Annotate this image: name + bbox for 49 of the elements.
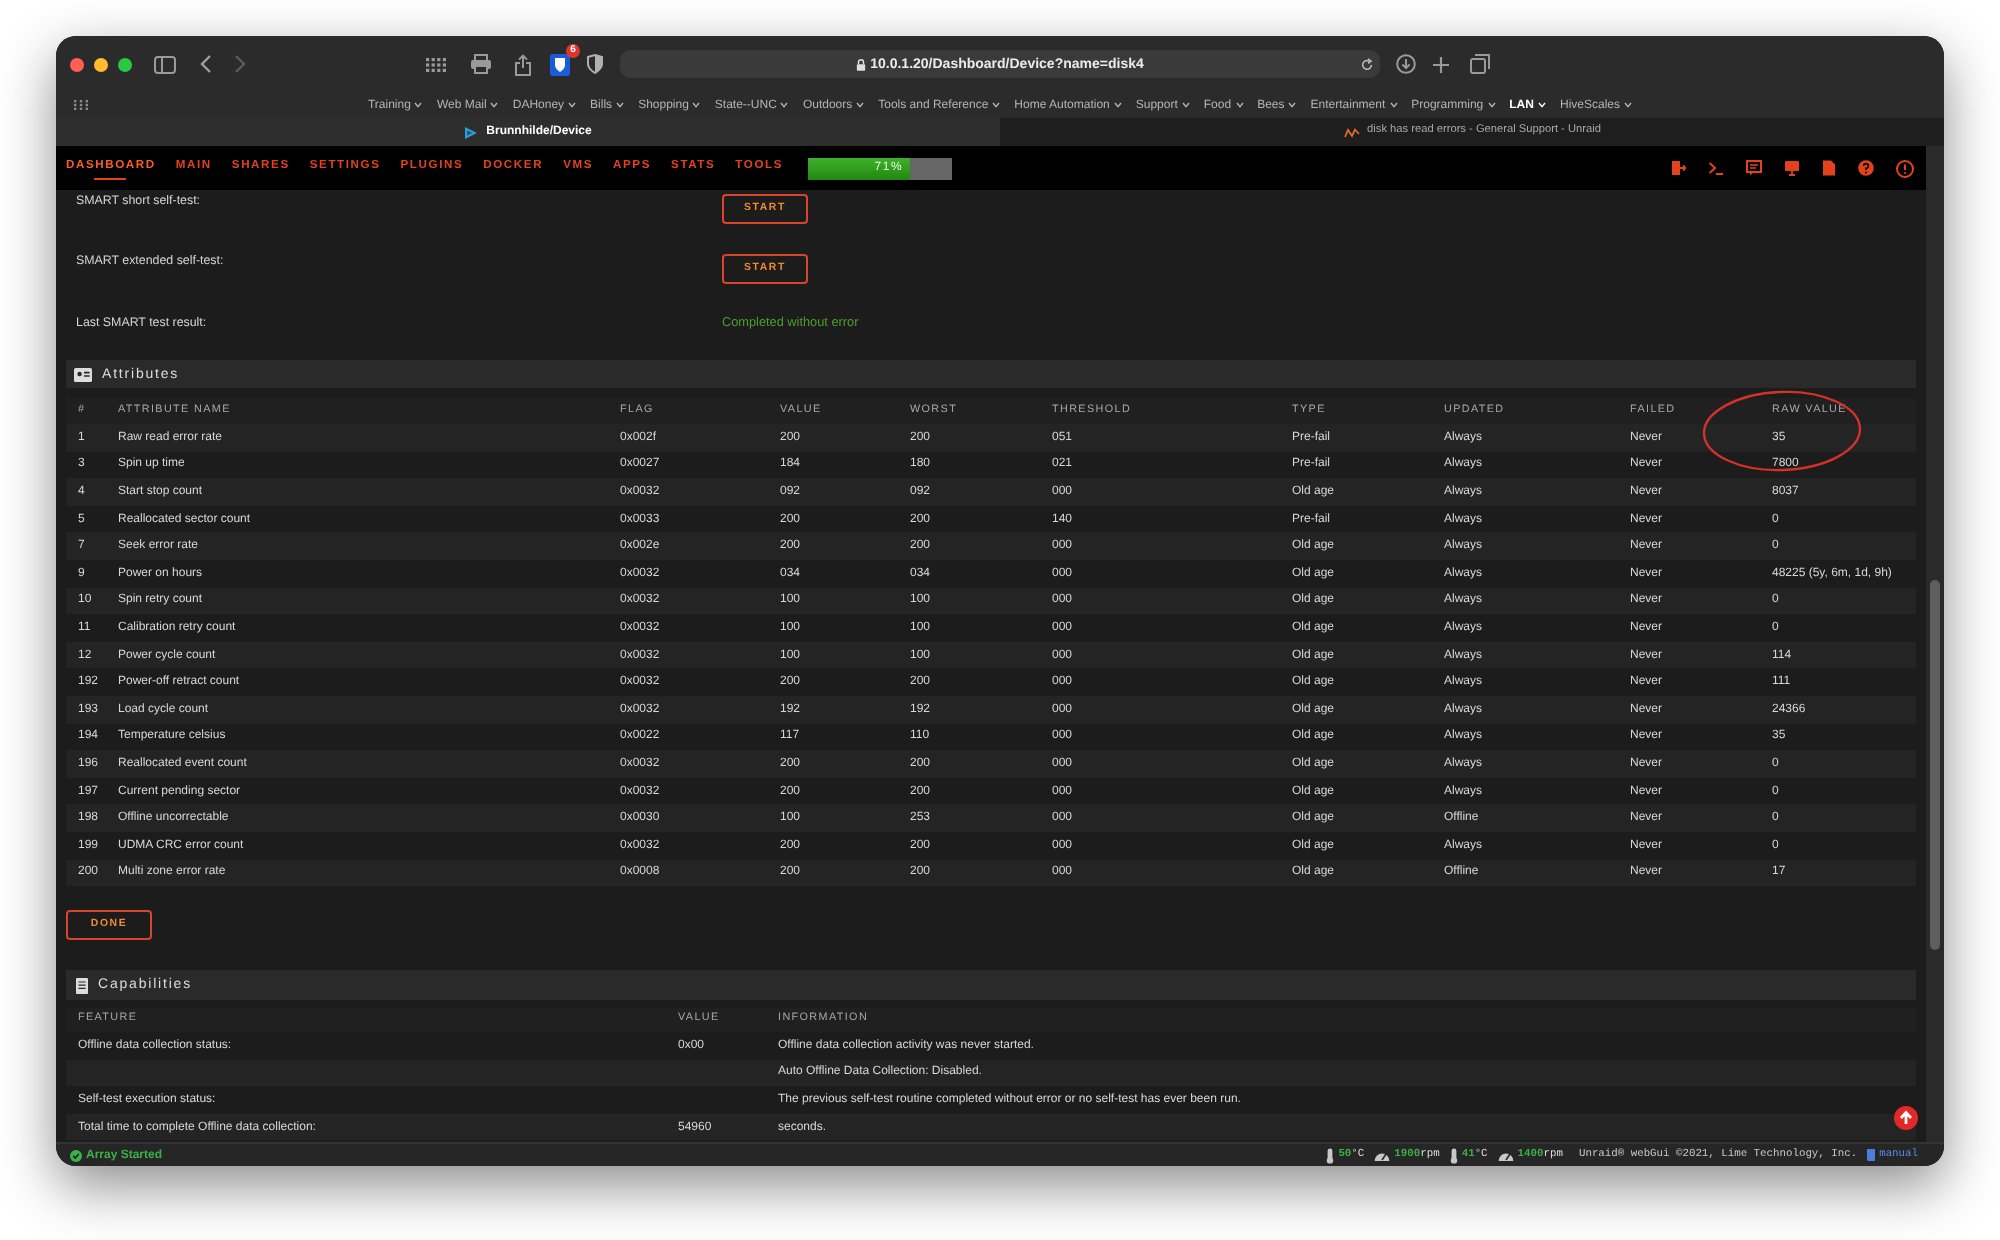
- caret-icon: [414, 102, 423, 108]
- plus-icon[interactable]: [1432, 55, 1450, 73]
- caret-icon: [1389, 102, 1398, 108]
- caret-icon: [490, 102, 499, 108]
- minimize-icon[interactable]: [94, 57, 108, 71]
- thermometer-icon: [1449, 1147, 1458, 1163]
- alert-icon[interactable]: [1896, 159, 1914, 177]
- caret-icon: [1624, 102, 1632, 108]
- back-icon[interactable]: [200, 54, 212, 74]
- book-icon: [1865, 1148, 1876, 1162]
- zoom-icon[interactable]: [118, 57, 132, 71]
- help-icon[interactable]: [1858, 160, 1874, 176]
- caret-icon: [780, 102, 789, 108]
- logout-icon[interactable]: [1670, 160, 1686, 176]
- caret-icon: [1113, 102, 1122, 108]
- reload-icon[interactable]: [1360, 57, 1374, 71]
- caret-icon: [1235, 102, 1244, 108]
- document-icon[interactable]: [1822, 160, 1836, 176]
- caret-icon: [1537, 102, 1546, 108]
- caret-icon: [856, 102, 865, 108]
- caret-icon: [1487, 102, 1496, 108]
- shield-icon[interactable]: [550, 53, 570, 75]
- check-circle-icon: [70, 1149, 82, 1161]
- download-icon[interactable]: [1396, 54, 1416, 74]
- thermometer-icon: [1326, 1147, 1335, 1163]
- caret-icon: [1181, 102, 1190, 108]
- sidebar-icon[interactable]: [154, 55, 176, 73]
- caret-icon: [1288, 102, 1297, 108]
- caret-icon: [692, 102, 701, 108]
- chat-icon[interactable]: [1746, 160, 1762, 176]
- wave-icon: [1343, 127, 1360, 137]
- caret-icon: [992, 102, 1001, 108]
- share-icon[interactable]: [514, 53, 532, 75]
- close-icon[interactable]: [70, 57, 84, 71]
- caret-icon: [616, 102, 625, 108]
- monitor-icon[interactable]: [1784, 160, 1800, 176]
- terminal-icon[interactable]: [1708, 160, 1724, 176]
- tabs-icon[interactable]: [1470, 54, 1490, 74]
- lock-icon: [856, 57, 867, 71]
- id-card-icon: [74, 367, 92, 381]
- printer-icon[interactable]: [470, 54, 492, 74]
- scrollbar[interactable]: [1926, 146, 1944, 1142]
- grid-icon[interactable]: [74, 100, 88, 110]
- grid-icon[interactable]: [426, 57, 446, 71]
- caret-icon: [568, 102, 577, 108]
- half-shield-icon[interactable]: [586, 54, 604, 74]
- play-icon: [464, 125, 479, 139]
- document-icon: [76, 977, 88, 994]
- scroll-up-icon[interactable]: [1894, 1106, 1918, 1130]
